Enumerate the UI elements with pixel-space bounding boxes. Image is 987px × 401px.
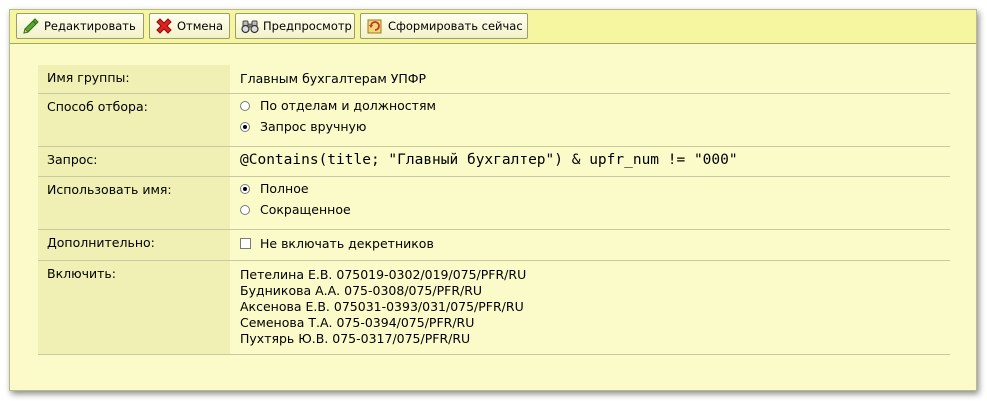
- exclude-maternity-option[interactable]: Не включать декретников: [240, 233, 950, 254]
- cancel-button[interactable]: Отмена: [149, 13, 230, 39]
- include-item: Петелина Е.В. 075019-0302/019/075/PFR/RU: [240, 267, 527, 282]
- selection-options: По отделам и должностям Запрос вручную: [230, 94, 950, 146]
- include-item: Будникова А.А. 075-0308/075/PFR/RU: [240, 283, 483, 298]
- cancel-button-label: Отмена: [177, 19, 224, 33]
- form-window: Редактировать Отмена Предпросмотр Сформи…: [9, 9, 977, 391]
- form-row-group-name: Имя группы: Главным бухгалтерам УПФР: [38, 65, 950, 94]
- selection-option-departments-label: По отделам и должностям: [260, 98, 436, 113]
- form-row-use-name: Использовать имя: Полное Сокращенное: [38, 177, 950, 230]
- form-row-include: Включить: Петелина Е.В. 075019-0302/019/…: [38, 261, 950, 355]
- form-row-additional: Дополнительно: Не включать декретников: [38, 230, 950, 261]
- use-name-option-short-label: Сокращенное: [260, 202, 351, 217]
- toolbar: Редактировать Отмена Предпросмотр Сформи…: [10, 10, 976, 44]
- binoculars-icon: [240, 16, 260, 36]
- group-name-value: Главным бухгалтерам УПФР: [240, 71, 427, 86]
- include-item: Семенова Т.А. 075-0394/075/PFR/RU: [240, 315, 475, 330]
- edit-button[interactable]: Редактировать: [16, 13, 144, 39]
- generate-now-button[interactable]: Сформировать сейчас: [360, 13, 528, 39]
- preview-button-label: Предпросмотр: [263, 19, 352, 33]
- selection-option-departments[interactable]: По отделам и должностям: [240, 95, 950, 116]
- properties-form: Имя группы: Главным бухгалтерам УПФР Спо…: [38, 65, 950, 355]
- additional-options: Не включать декретников: [230, 230, 950, 260]
- pencil-icon: [21, 16, 41, 36]
- radio-departments[interactable]: [240, 100, 250, 111]
- selection-option-manual-query[interactable]: Запрос вручную: [240, 116, 950, 137]
- additional-label: Дополнительно:: [38, 230, 230, 260]
- include-item: Аксенова Е.В. 075031-0393/031/075/PFR/RU: [240, 299, 524, 314]
- selection-label: Способ отбора:: [38, 94, 230, 146]
- use-name-label: Использовать имя:: [38, 177, 230, 229]
- generate-now-button-label: Сформировать сейчас: [388, 19, 523, 33]
- form-row-selection: Способ отбора: По отделам и должностям З…: [38, 94, 950, 147]
- exclude-maternity-label: Не включать декретников: [260, 236, 434, 251]
- query-label: Запрос:: [38, 147, 230, 176]
- include-item: Пухтярь Ю.В. 075-0317/075/PFR/RU: [240, 331, 471, 346]
- red-x-icon: [154, 16, 174, 36]
- radio-full[interactable]: [240, 183, 250, 194]
- use-name-option-short[interactable]: Сокращенное: [240, 199, 950, 220]
- refresh-icon: [365, 16, 385, 36]
- edit-button-label: Редактировать: [44, 19, 136, 33]
- radio-short[interactable]: [240, 204, 250, 215]
- radio-manual-query[interactable]: [240, 121, 250, 132]
- preview-button[interactable]: Предпросмотр: [235, 13, 355, 39]
- group-name-label: Имя группы:: [38, 65, 230, 93]
- exclude-maternity-checkbox[interactable]: [240, 238, 251, 249]
- include-label: Включить:: [38, 261, 230, 354]
- use-name-option-full[interactable]: Полное: [240, 178, 950, 199]
- form-row-query: Запрос: @Contains(title; "Главный бухгал…: [38, 147, 950, 177]
- selection-option-manual-query-label: Запрос вручную: [260, 119, 367, 134]
- use-name-option-full-label: Полное: [260, 181, 309, 196]
- query-value: @Contains(title; "Главный бухгалтер") & …: [240, 152, 738, 168]
- include-list: Петелина Е.В. 075019-0302/019/075/PFR/RU…: [230, 261, 950, 354]
- use-name-options: Полное Сокращенное: [230, 177, 950, 229]
